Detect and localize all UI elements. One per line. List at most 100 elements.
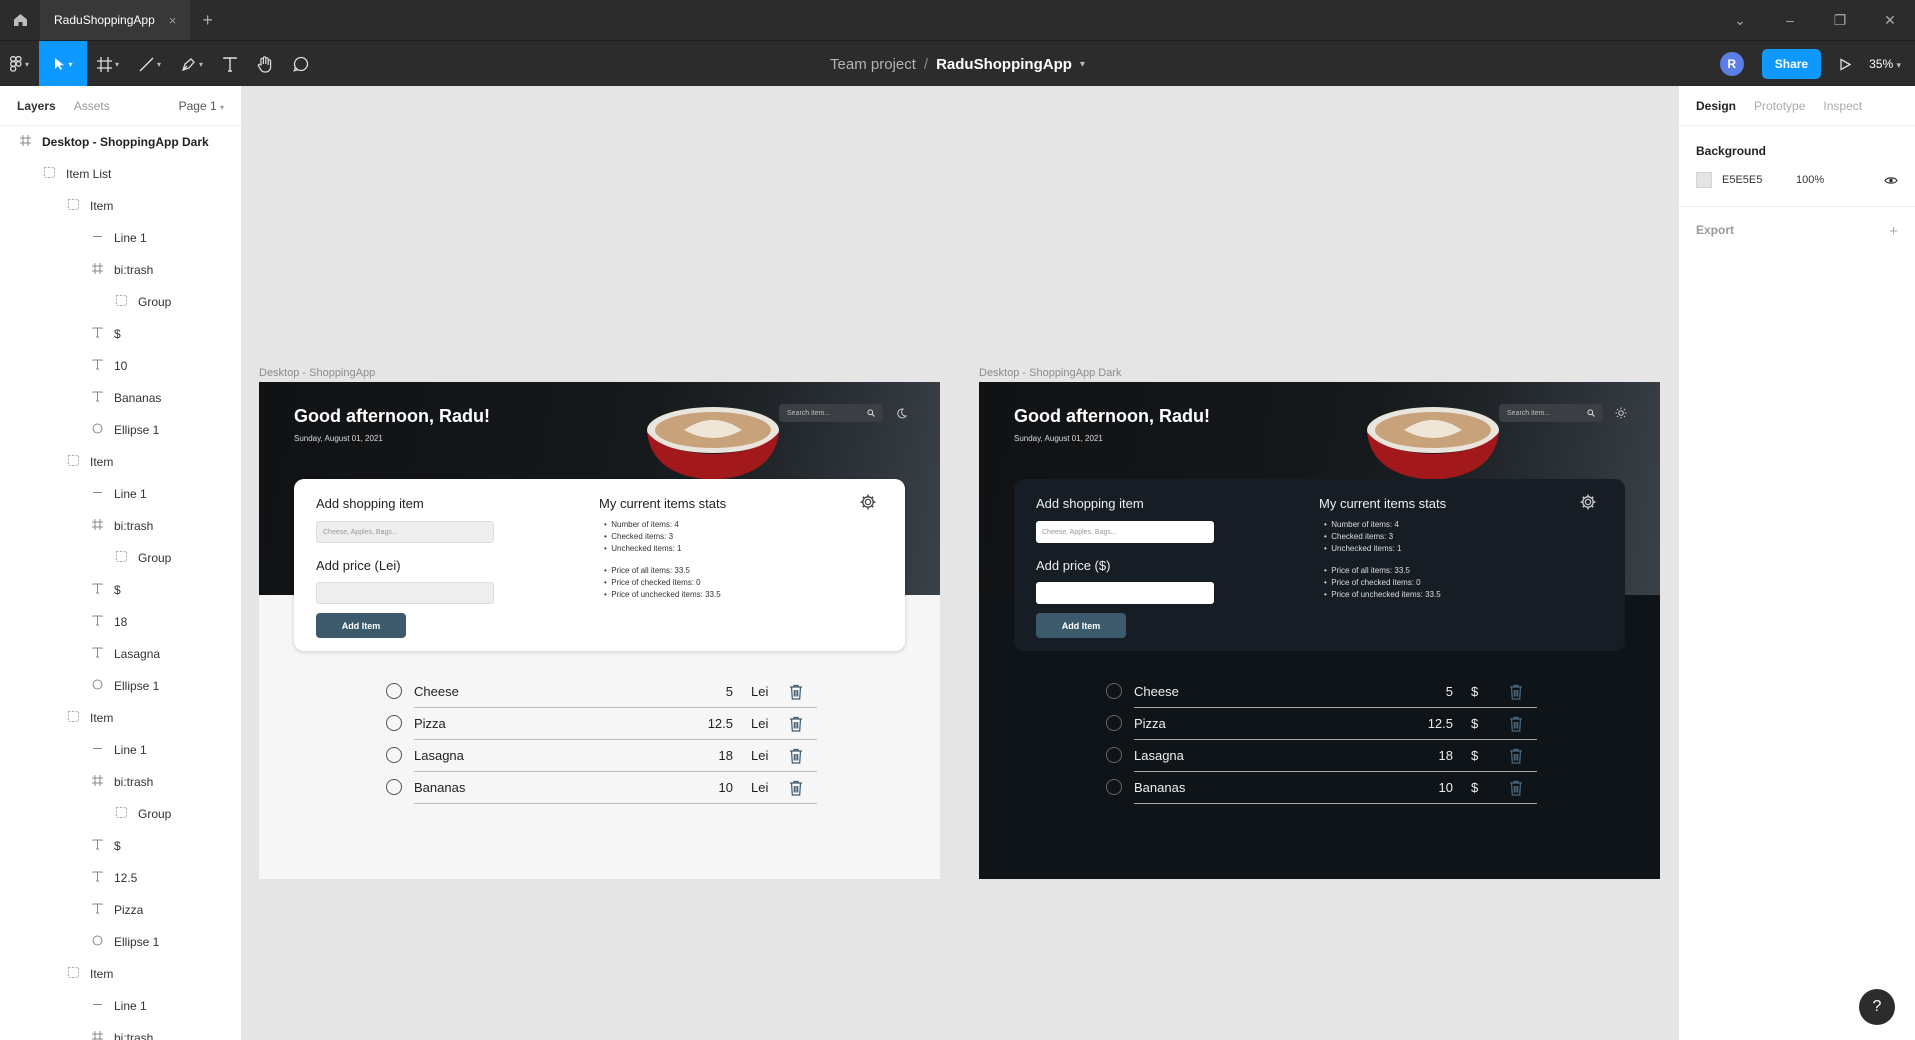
hand-tool[interactable] (247, 41, 283, 87)
stat-item: • Unchecked items: 1 (604, 544, 682, 553)
layer-item[interactable]: Group (0, 286, 241, 318)
file-name[interactable]: RaduShoppingApp (936, 56, 1072, 73)
move-tool[interactable]: ▾ (39, 41, 88, 87)
layer-item[interactable]: Line 1 (0, 734, 241, 766)
layer-item[interactable]: Group (0, 798, 241, 830)
layer-item[interactable]: bi:trash (0, 1022, 241, 1040)
close-tab-icon[interactable]: × (169, 13, 177, 28)
comment-tool[interactable] (283, 41, 319, 87)
layer-item[interactable]: Group (0, 542, 241, 574)
layer-label: Pizza (114, 903, 144, 917)
add-item-button[interactable]: Add Item (316, 613, 406, 638)
tab-prototype[interactable]: Prototype (1754, 99, 1805, 113)
background-swatch[interactable] (1696, 172, 1712, 188)
item-checkbox[interactable] (1106, 779, 1122, 795)
light-mode-toggle[interactable] (1613, 404, 1629, 422)
layer-item[interactable]: Item (0, 190, 241, 222)
trash-icon[interactable] (789, 780, 803, 796)
new-tab-button[interactable]: + (202, 10, 213, 31)
chevron-down-icon[interactable]: ▾ (1080, 59, 1085, 70)
price-input[interactable] (1036, 582, 1214, 604)
chevron-down-icon[interactable]: ⌄ (1715, 12, 1765, 29)
home-button[interactable] (0, 0, 40, 40)
price-input[interactable] (316, 582, 494, 604)
item-checkbox[interactable] (1106, 715, 1122, 731)
trash-icon[interactable] (789, 684, 803, 700)
layer-item[interactable]: Ellipse 1 (0, 414, 241, 446)
frame-label-light[interactable]: Desktop - ShoppingApp (259, 367, 375, 379)
help-button[interactable]: ? (1859, 989, 1895, 1025)
trash-icon[interactable] (789, 748, 803, 764)
background-opacity[interactable]: 100% (1796, 174, 1824, 186)
tab-design[interactable]: Design (1696, 99, 1736, 113)
item-checkbox[interactable] (386, 715, 402, 731)
layer-item[interactable]: Desktop - ShoppingApp Dark (0, 126, 241, 158)
layer-item[interactable]: Line 1 (0, 990, 241, 1022)
layer-item[interactable]: Ellipse 1 (0, 926, 241, 958)
item-checkbox[interactable] (386, 779, 402, 795)
layer-item[interactable]: Item (0, 446, 241, 478)
item-checkbox[interactable] (386, 747, 402, 763)
text-tool[interactable] (213, 41, 247, 87)
layer-item[interactable]: $ (0, 318, 241, 350)
layer-item[interactable]: Bananas (0, 382, 241, 414)
minimize-icon[interactable]: – (1765, 12, 1815, 28)
search-input[interactable]: Search item... (1499, 404, 1603, 422)
item-checkbox[interactable] (1106, 747, 1122, 763)
layer-item[interactable]: Pizza (0, 894, 241, 926)
trash-icon[interactable] (1509, 716, 1523, 732)
tab-layers[interactable]: Layers (17, 99, 56, 113)
restore-icon[interactable]: ❐ (1815, 12, 1865, 29)
close-window-icon[interactable]: ✕ (1865, 12, 1915, 29)
layer-item[interactable]: Line 1 (0, 478, 241, 510)
layer-item[interactable]: Line 1 (0, 222, 241, 254)
layer-item[interactable]: 10 (0, 350, 241, 382)
gear-icon[interactable] (859, 493, 877, 511)
avatar[interactable]: R (1719, 52, 1744, 76)
file-tab[interactable]: RaduShoppingApp × (40, 0, 191, 40)
layer-item[interactable]: 18 (0, 606, 241, 638)
frame-label-dark[interactable]: Desktop - ShoppingApp Dark (979, 367, 1121, 379)
frame-tool[interactable]: ▾ (87, 41, 129, 87)
item-name-input[interactable]: Cheese, Apples, Bags... (1036, 521, 1214, 543)
tab-inspect[interactable]: Inspect (1823, 99, 1862, 113)
group-icon (64, 455, 82, 469)
layer-item[interactable]: 12.5 (0, 862, 241, 894)
frame-shoppingapp-light[interactable]: Good afternoon, Radu! Sunday, August 01,… (259, 382, 940, 879)
main-menu-button[interactable]: ▾ (0, 41, 39, 87)
layer-item[interactable]: $ (0, 830, 241, 862)
trash-icon[interactable] (1509, 684, 1523, 700)
tab-assets[interactable]: Assets (74, 99, 110, 113)
layer-item[interactable]: Item List (0, 158, 241, 190)
item-checkbox[interactable] (1106, 683, 1122, 699)
share-button[interactable]: Share (1761, 49, 1822, 79)
pen-tool[interactable]: ▾ (171, 41, 213, 87)
layer-item[interactable]: bi:trash (0, 766, 241, 798)
trash-icon[interactable] (1509, 748, 1523, 764)
add-export-icon[interactable]: + (1889, 223, 1898, 240)
frame-shoppingapp-dark[interactable]: Good afternoon, Radu! Sunday, August 01,… (979, 382, 1660, 879)
layer-item[interactable]: bi:trash (0, 510, 241, 542)
text-icon (88, 583, 106, 597)
trash-icon[interactable] (1509, 780, 1523, 796)
zoom-level[interactable]: 35% ▾ (1869, 57, 1901, 71)
page-selector[interactable]: Page 1 ▾ (179, 99, 224, 113)
layer-item[interactable]: Ellipse 1 (0, 670, 241, 702)
layer-item[interactable]: Lasagna (0, 638, 241, 670)
layer-item[interactable]: $ (0, 574, 241, 606)
add-item-button[interactable]: Add Item (1036, 613, 1126, 638)
line-tool[interactable]: ▾ (129, 41, 171, 87)
dark-mode-toggle[interactable] (893, 404, 909, 422)
play-icon[interactable] (1839, 57, 1852, 71)
trash-icon[interactable] (789, 716, 803, 732)
layer-item[interactable]: Item (0, 702, 241, 734)
project-name[interactable]: Team project (830, 56, 916, 73)
layer-item[interactable]: bi:trash (0, 254, 241, 286)
gear-icon[interactable] (1579, 493, 1597, 511)
background-hex[interactable]: E5E5E5 (1722, 174, 1796, 186)
item-name-input[interactable]: Cheese, Apples, Bags... (316, 521, 494, 543)
eye-icon[interactable] (1884, 176, 1898, 185)
layer-item[interactable]: Item (0, 958, 241, 990)
search-input[interactable]: Search item... (779, 404, 883, 422)
item-checkbox[interactable] (386, 683, 402, 699)
